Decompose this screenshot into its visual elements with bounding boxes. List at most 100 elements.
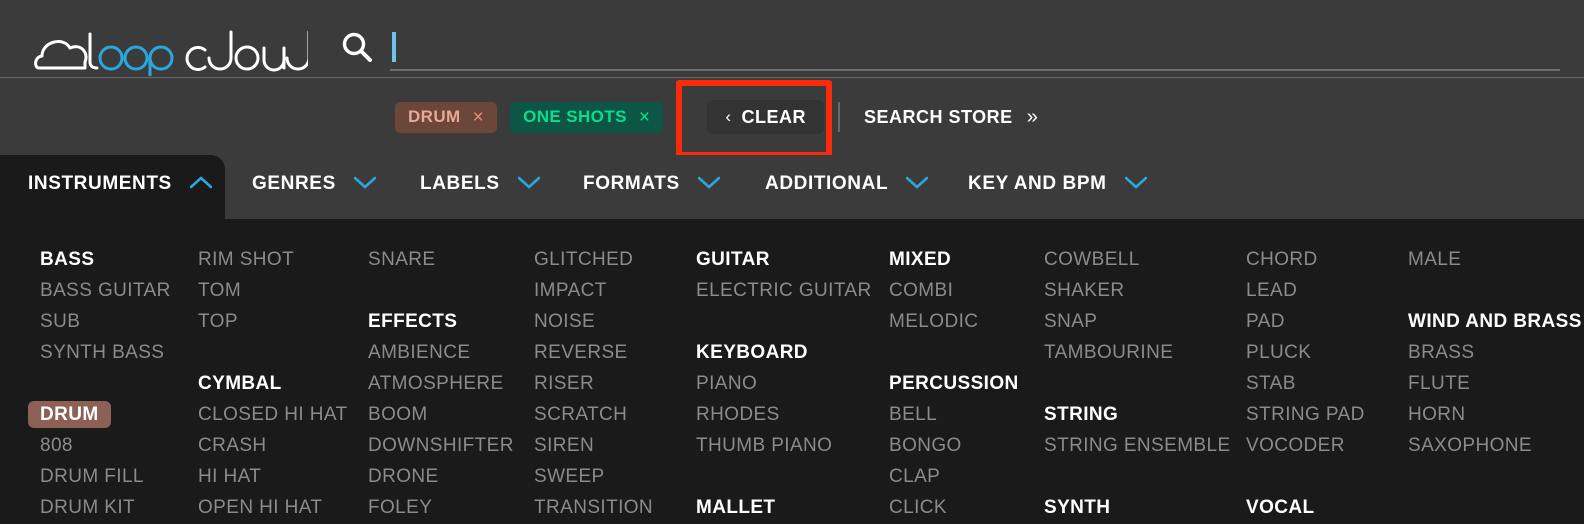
instrument-item[interactable]: BONGO xyxy=(889,430,962,461)
instrument-row: KEYBOARD xyxy=(696,337,872,368)
instrument-row: MALE xyxy=(1408,244,1582,275)
instrument-row: COWBELL xyxy=(1044,244,1231,275)
instrument-row: CLAP xyxy=(889,461,1019,492)
instrument-item[interactable]: STRING PAD xyxy=(1246,399,1365,430)
instrument-item[interactable]: GLITCHED xyxy=(534,244,633,275)
instrument-item[interactable]: DOWNSHIFTER xyxy=(368,430,514,461)
instrument-item-selected[interactable]: DRUM xyxy=(28,401,111,428)
instrument-item[interactable]: DRUM KIT xyxy=(40,492,135,523)
instrument-item[interactable]: RHODES xyxy=(696,399,780,430)
instrument-item[interactable]: DRONE xyxy=(368,461,439,492)
instrument-row: THUMB PIANO xyxy=(696,430,872,461)
instrument-item[interactable]: MELODIC xyxy=(889,306,978,337)
search-input[interactable] xyxy=(390,26,1560,66)
instrument-item[interactable]: SNARE xyxy=(368,244,435,275)
instrument-item[interactable]: TAMBOURINE xyxy=(1044,337,1173,368)
search-store-button[interactable]: SEARCH STORE » xyxy=(854,100,1048,134)
instrument-item[interactable]: STRING ENSEMBLE xyxy=(1044,430,1231,461)
instrument-row: MIXED xyxy=(889,244,1019,275)
instrument-item[interactable]: MALE xyxy=(1408,244,1461,275)
instrument-column: BASS BASS GUITAR SUB SYNTH BASS DRUM 808 DRUM… xyxy=(28,244,171,524)
instrument-item[interactable]: SNAP xyxy=(1044,306,1097,337)
tab-formats[interactable]: FORMATS xyxy=(583,155,721,219)
tab-genres[interactable]: GENRES xyxy=(252,155,377,219)
instrument-item[interactable]: THUMB PIANO xyxy=(696,430,832,461)
instrument-item[interactable]: HI HAT xyxy=(198,461,261,492)
instrument-row: CRASH xyxy=(198,430,347,461)
instrument-item[interactable]: OPEN HI HAT xyxy=(198,492,322,523)
close-icon[interactable]: × xyxy=(639,108,651,127)
instrument-row xyxy=(1044,461,1231,492)
instrument-item[interactable]: REVERSE xyxy=(534,337,628,368)
instrument-item[interactable]: PIANO xyxy=(696,368,757,399)
instrument-row: CLOSED HI HAT xyxy=(198,399,347,430)
instrument-item[interactable]: DRUM FILL xyxy=(40,461,144,492)
instrument-item[interactable]: FOLEY xyxy=(368,492,432,523)
instrument-item[interactable]: COMBI xyxy=(889,275,953,306)
tab-additional[interactable]: ADDITIONAL xyxy=(765,155,929,219)
close-icon[interactable]: × xyxy=(473,108,485,127)
instrument-item[interactable]: AMBIENCE xyxy=(368,337,470,368)
instrument-item[interactable]: ATMOSPHERE xyxy=(368,368,504,399)
filter-chip-drum[interactable]: DRUM × xyxy=(395,101,498,133)
instrument-item[interactable]: CLICK xyxy=(889,492,947,523)
instrument-item[interactable]: COWBELL xyxy=(1044,244,1140,275)
instrument-group-heading: VOCAL xyxy=(1246,497,1315,518)
instrument-item[interactable]: BRASS xyxy=(1408,337,1474,368)
clear-button-label: CLEAR xyxy=(741,106,806,127)
instrument-group-heading: BASS xyxy=(40,249,95,270)
active-filters-row: DRUM × ONE SHOTS × ‹ CLEAR SEARCH STORE … xyxy=(0,79,1584,155)
instrument-item[interactable]: IMPACT xyxy=(534,275,607,306)
instrument-item[interactable]: LEAD xyxy=(1246,275,1297,306)
instrument-item[interactable]: BASS GUITAR xyxy=(40,275,171,306)
instrument-item[interactable]: BOOM xyxy=(368,399,428,430)
instrument-row xyxy=(889,337,1019,368)
instrument-item[interactable]: ELECTRIC GUITAR xyxy=(696,275,872,306)
instrument-item[interactable]: CLAP xyxy=(889,461,940,492)
instrument-row: STAB xyxy=(1246,368,1365,399)
search-icon[interactable] xyxy=(340,30,374,64)
instrument-group-heading: MALLET xyxy=(696,497,776,518)
instrument-row: DRUM FILL xyxy=(40,461,171,492)
instrument-row: IMPACT xyxy=(534,275,653,306)
instrument-item[interactable]: HORN xyxy=(1408,399,1466,430)
instrument-item[interactable]: PAD xyxy=(1246,306,1285,337)
instrument-row xyxy=(198,337,347,368)
filter-chip-one-shots[interactable]: ONE SHOTS × xyxy=(510,101,664,133)
instrument-row: PERCUSSION xyxy=(889,368,1019,399)
instrument-item[interactable]: CRASH xyxy=(198,430,267,461)
instrument-item[interactable]: SCRATCH xyxy=(534,399,627,430)
instrument-item[interactable]: CHORD xyxy=(1246,244,1318,275)
instrument-item[interactable]: SWEEP xyxy=(534,461,605,492)
instrument-item[interactable]: TOM xyxy=(198,275,241,306)
instrument-item[interactable]: CLOSED HI HAT xyxy=(198,399,347,430)
chevron-double-right-icon: » xyxy=(1026,105,1039,128)
instrument-item[interactable]: RISER xyxy=(534,368,594,399)
instrument-row: REVERSE xyxy=(534,337,653,368)
instrument-item[interactable]: TOP xyxy=(198,306,238,337)
instrument-row: CHORD xyxy=(1246,244,1365,275)
instrument-item[interactable]: NOISE xyxy=(534,306,595,337)
instrument-item[interactable]: SYNTH BASS xyxy=(40,337,164,368)
instrument-item[interactable]: FLUTE xyxy=(1408,368,1470,399)
tab-labels[interactable]: LABELS xyxy=(420,155,540,219)
instrument-item[interactable]: TRANSITION xyxy=(534,492,653,523)
instrument-item[interactable]: 808 xyxy=(40,430,73,461)
search-field[interactable] xyxy=(390,23,1560,71)
instrument-item[interactable]: PLUCK xyxy=(1246,337,1311,368)
instrument-item[interactable]: SHAKER xyxy=(1044,275,1125,306)
tab-instruments[interactable]: INSTRUMENTS xyxy=(0,155,225,219)
instrument-item[interactable]: SIREN xyxy=(534,430,594,461)
instrument-item[interactable]: STAB xyxy=(1246,368,1296,399)
instrument-item[interactable]: SUB xyxy=(40,306,80,337)
instrument-item[interactable]: VOCODER xyxy=(1246,430,1345,461)
instrument-item[interactable]: BELL xyxy=(889,399,937,430)
tab-key-and-bpm[interactable]: KEY AND BPM xyxy=(968,155,1147,219)
clear-button[interactable]: ‹ CLEAR xyxy=(707,100,824,134)
instrument-row: ELECTRIC GUITAR xyxy=(696,275,872,306)
loopcloud-logo[interactable] xyxy=(33,24,308,76)
instrument-item[interactable]: RIM SHOT xyxy=(198,244,294,275)
instrument-item[interactable]: SAXOPHONE xyxy=(1408,430,1532,461)
instrument-row: AMBIENCE xyxy=(368,337,514,368)
instrument-row: NOISE xyxy=(534,306,653,337)
